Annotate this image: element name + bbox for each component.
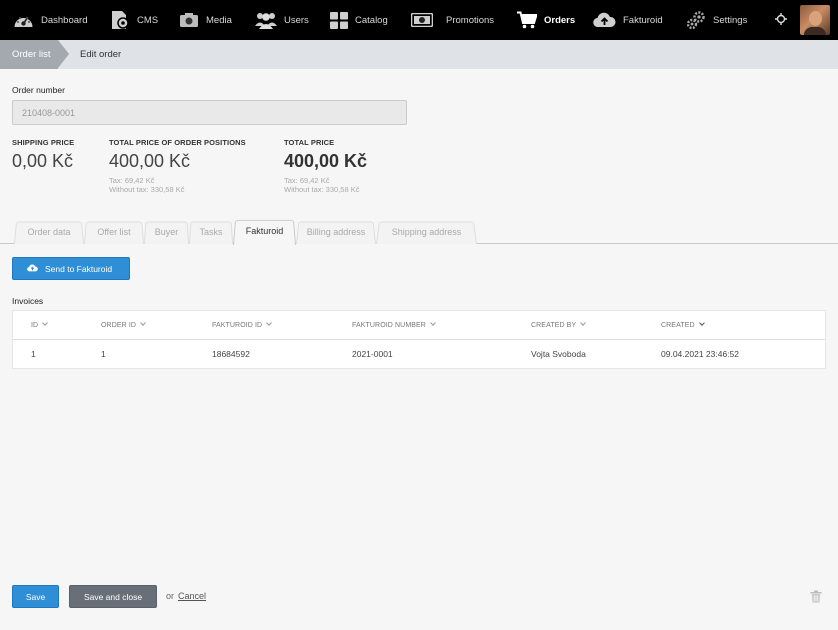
nav-label-promotions: Promotions [446, 14, 495, 26]
promotions-banknote-icon [411, 13, 433, 27]
breadcrumb-order-list[interactable]: Order list [0, 40, 58, 69]
chevron-down-icon [698, 320, 705, 326]
positions-price-tax: Tax: 69,42 Kč [109, 176, 155, 185]
cell-fakturoid-number: 2021-0001 [352, 349, 393, 359]
table-body: 1 1 18684592 2021-0001 Vojta Svoboda 09.… [13, 340, 825, 368]
user-avatar[interactable] [800, 5, 830, 35]
column-header-created[interactable]: CREATED [661, 311, 705, 340]
cloud-upload-icon [27, 264, 38, 274]
cell-created: 09.04.2021 23:46:52 [661, 349, 739, 359]
positions-price-block: TOTAL PRICE OF ORDER POSITIONS 400,00 Kč… [109, 138, 246, 194]
shipping-price-value: 0,00 Kč [12, 151, 74, 171]
total-price-tax: Tax: 69,42 Kč [284, 176, 330, 185]
tab-label: Tasks [199, 227, 223, 237]
orders-cart-icon [517, 11, 537, 29]
total-price-value: 400,00 Kč [284, 151, 368, 171]
nav-label-media: Media [206, 14, 232, 26]
chevron-down-icon [266, 320, 273, 326]
chevron-down-icon [580, 320, 587, 326]
users-group-icon [255, 11, 277, 29]
nav-label-orders: Orders [544, 14, 576, 26]
tab-label: Shipping address [391, 227, 462, 237]
fakturoid-cloud-upload-icon [593, 12, 616, 28]
nav-label-users: Users [284, 14, 309, 26]
nav-item-orders[interactable]: Orders [517, 0, 575, 40]
column-header-id[interactable]: ID [31, 311, 49, 340]
positions-price-title: TOTAL PRICE OF ORDER POSITIONS [109, 138, 246, 147]
nav-label-cms: CMS [137, 14, 159, 26]
table-row[interactable]: 1 1 18684592 2021-0001 Vojta Svoboda 09.… [13, 340, 825, 368]
cell-created-by: Vojta Svoboda [531, 349, 586, 359]
column-header-fakturoid-id[interactable]: FAKTUROID ID [212, 311, 273, 340]
invoices-label: Invoices [12, 296, 44, 306]
total-price-block: TOTAL PRICE 400,00 Kč Tax: 69,42 Kč With… [284, 138, 367, 194]
save-and-close-button[interactable]: Save and close [69, 585, 157, 608]
order-number-label: Order number [12, 85, 65, 95]
tab-label: Order data [27, 227, 71, 237]
nav-label-dashboard: Dashboard [41, 14, 88, 26]
tab-fakturoid[interactable]: Fakturoid [233, 218, 296, 245]
column-header-order-id[interactable]: ORDER ID [101, 311, 146, 340]
tab-label: Billing address [306, 227, 366, 237]
tab-label: Buyer [154, 227, 179, 237]
top-navigation: Dashboard CMS Media Users Catalog Promot… [0, 0, 838, 40]
nav-item-settings[interactable]: Settings [686, 0, 747, 40]
nav-label-fakturoid: Fakturoid [623, 14, 663, 26]
delete-button[interactable] [810, 590, 822, 605]
cancel-link[interactable]: Cancel [178, 591, 206, 601]
chevron-down-icon [140, 320, 146, 326]
positions-price-value: 400,00 Kč [109, 151, 191, 171]
tab-label: Fakturoid [245, 226, 284, 236]
nav-item-promotions[interactable]: Promotions [411, 0, 494, 40]
nav-label-settings: Settings [713, 14, 748, 26]
breadcrumb-edit-order: Edit order [80, 49, 122, 60]
save-button[interactable]: Save [12, 585, 59, 608]
nav-item-catalog[interactable]: Catalog [330, 0, 388, 40]
media-camera-icon [179, 12, 199, 28]
cms-document-gear-icon [110, 10, 130, 30]
shipping-price-title: SHIPPING PRICE [12, 138, 75, 147]
nav-item-fakturoid[interactable]: Fakturoid [593, 0, 663, 40]
cell-order-id: 1 [101, 349, 106, 359]
nav-item-media[interactable]: Media [179, 0, 232, 40]
tab-label: Offer list [97, 227, 131, 237]
nav-label-catalog: Catalog [355, 14, 388, 26]
breadcrumb: Order list Edit order [0, 40, 838, 69]
tab-buyer[interactable]: Buyer [144, 220, 189, 244]
send-to-fakturoid-label: Send to Fakturoid [45, 263, 113, 274]
tab-tasks[interactable]: Tasks [189, 220, 233, 244]
dashboard-gauge-icon [13, 12, 34, 29]
invoices-table: ID ORDER ID FAKTUROID ID FAKTUROID NUMBE… [12, 310, 826, 369]
crosshair-icon [775, 12, 787, 28]
trash-icon [810, 590, 822, 605]
tab-billing-address[interactable]: Billing address [296, 220, 376, 244]
chevron-down-icon [430, 320, 436, 326]
shipping-price-block: SHIPPING PRICE 0,00 Kč [12, 138, 74, 172]
order-number-input[interactable] [12, 100, 407, 125]
catalog-grid-icon [330, 11, 348, 29]
tab-bar: Order data Offer list Buyer Tasks Billin… [0, 218, 838, 245]
tab-shipping-address[interactable]: Shipping address [376, 220, 477, 244]
total-price-without-tax: Without tax: 330,58 Kč [284, 185, 360, 194]
table-header: ID ORDER ID FAKTUROID ID FAKTUROID NUMBE… [13, 311, 825, 340]
nav-item-cms[interactable]: CMS [110, 0, 158, 40]
positions-price-without-tax: Without tax: 330,58 Kč [109, 185, 185, 194]
nav-item-users[interactable]: Users [255, 0, 309, 40]
nav-item-dashboard[interactable]: Dashboard [13, 0, 87, 40]
or-text: or [166, 591, 175, 601]
crosshair-button[interactable] [775, 0, 787, 40]
tab-offer-list[interactable]: Offer list [84, 220, 144, 244]
column-header-created-by[interactable]: CREATED BY [531, 311, 587, 340]
breadcrumb-arrow [58, 40, 69, 68]
cell-fakturoid-id: 18684592 [212, 349, 250, 359]
chevron-down-icon [42, 320, 49, 326]
cell-id: 1 [31, 349, 36, 359]
settings-gears-icon [686, 10, 706, 30]
tab-order-data[interactable]: Order data [14, 220, 84, 244]
send-to-fakturoid-button[interactable]: Send to Fakturoid [12, 257, 130, 280]
column-header-fakturoid-number[interactable]: FAKTUROID NUMBER [352, 311, 436, 340]
total-price-title: TOTAL PRICE [284, 138, 335, 147]
